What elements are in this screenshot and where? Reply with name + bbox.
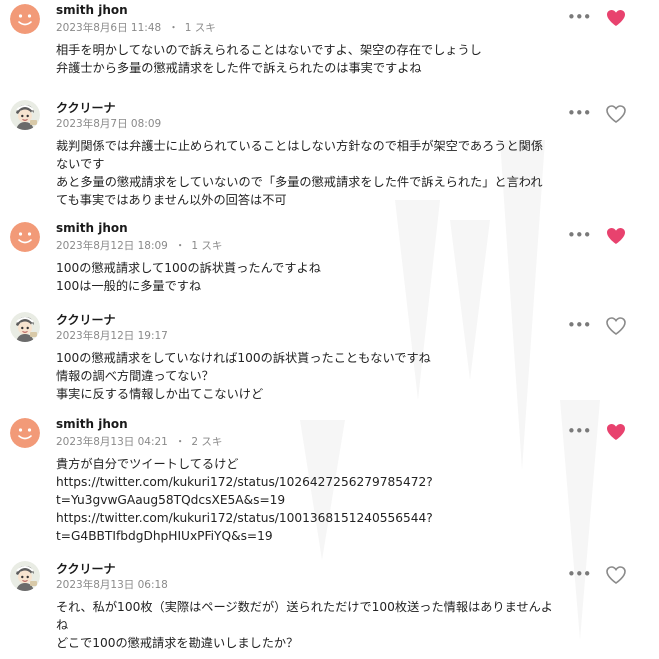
comment-meta: 2023年8月13日 06:18: [56, 577, 168, 592]
comment-text-line: 貴方が自分でツイートしてるけど: [56, 457, 239, 471]
comment-body: 貴方が自分でツイートしてるけど https://twitter.com/kukur…: [56, 455, 631, 545]
comment-text-line[interactable]: https://twitter.com/kukuri172/status/100…: [56, 509, 631, 527]
more-options-icon[interactable]: •••: [567, 10, 592, 25]
heart-filled-icon[interactable]: [606, 227, 626, 245]
comment-body: 100の懲戒請求して100の訴状貰ったんですよね 100は一般的に多量ですね: [56, 259, 631, 295]
comment-text-line: ないです: [56, 157, 105, 171]
comment-meta: 2023年8月13日 04:21 ・ 2 スキ: [56, 434, 222, 449]
like-count[interactable]: 1 スキ: [191, 240, 222, 252]
like-count[interactable]: 1 スキ: [185, 22, 216, 34]
comment-text-line[interactable]: https://twitter.com/kukuri172/status/102…: [56, 473, 631, 491]
heart-outline-icon[interactable]: [606, 105, 626, 123]
comment-text-line: 情報の調べ方間違ってない？: [56, 369, 214, 383]
comment-date: 2023年8月6日 11:48: [56, 22, 162, 34]
comment-text-line: 100の懲戒請求をしていなければ100の訴状貰ったこともないですね: [56, 351, 431, 365]
comment-author[interactable]: ククリーナ: [56, 560, 116, 577]
more-options-icon[interactable]: •••: [567, 228, 592, 243]
heart-filled-icon[interactable]: [606, 9, 626, 27]
comment-text-line: 100の懲戒請求して100の訴状貰ったんですよね: [56, 261, 321, 275]
like-count[interactable]: 2 スキ: [191, 436, 222, 448]
comment-text-line: それ、私が100枚（実際はページ数だが）送られただけで100枚送った情報はありま…: [56, 600, 553, 614]
comment-author[interactable]: ククリーナ: [56, 99, 116, 116]
meta-separator: ・: [174, 240, 186, 252]
comment-date: 2023年8月12日 19:17: [56, 330, 168, 342]
comment-meta: 2023年8月6日 11:48 ・ 1 スキ: [56, 20, 216, 35]
comment-date: 2023年8月7日 08:09: [56, 118, 162, 130]
comment-body: 裁判関係では弁護士に止められていることはしない方針なので相手が架空であろうと関係…: [56, 137, 631, 209]
character-avatar[interactable]: [10, 100, 40, 130]
comment-text-line: 100は一般的に多量ですね: [56, 279, 202, 293]
heart-outline-icon[interactable]: [606, 317, 626, 335]
comment-date: 2023年8月12日 18:09: [56, 240, 168, 252]
meta-separator: ・: [168, 22, 179, 34]
comment-meta: 2023年8月7日 08:09: [56, 116, 161, 131]
comment-text-line: 弁護士から多量の懲戒請求をした件で訴えられたのは事実ですよね: [56, 61, 422, 75]
comment-text-line: 裁判関係では弁護士に止められていることはしない方針なので相手が架空であろうと関係: [56, 139, 544, 153]
comment-text-line: どこで100の懲戒請求を勘違いしましたか？: [56, 636, 299, 650]
smiley-face-avatar[interactable]: [10, 4, 40, 34]
more-options-icon[interactable]: •••: [567, 567, 592, 582]
more-options-icon[interactable]: •••: [567, 106, 592, 121]
character-avatar[interactable]: [10, 312, 40, 342]
comment-author[interactable]: smith jhon: [56, 221, 128, 235]
heart-filled-icon[interactable]: [606, 423, 626, 441]
comment-body: 相手を明かしてないので訴えられることはないですよ、架空の存在でしょうし 弁護士から…: [56, 41, 631, 77]
comment-text-line: 相手を明かしてないので訴えられることはないですよ、架空の存在でしょうし: [56, 43, 482, 57]
comment-meta: 2023年8月12日 19:17: [56, 328, 168, 343]
comment-body: それ、私が100枚（実際はページ数だが）送られただけで100枚送った情報はありま…: [56, 598, 631, 652]
more-options-icon[interactable]: •••: [567, 424, 592, 439]
comment-meta: 2023年8月12日 18:09 ・ 1 スキ: [56, 238, 222, 253]
heart-outline-icon[interactable]: [606, 566, 626, 584]
comment-text-line: ても事実ではありません以外の回答は不可: [56, 193, 287, 207]
character-avatar[interactable]: [10, 561, 40, 591]
comment-text-line: t=Yu3gvwGAaug58TQdcsXE5A&s=19: [56, 493, 286, 507]
meta-separator: ・: [174, 436, 186, 448]
comment-date: 2023年8月13日 06:18: [56, 579, 168, 591]
comment-date: 2023年8月13日 04:21: [56, 436, 168, 448]
comment-text-line: ね: [56, 618, 69, 632]
comment-author[interactable]: ククリーナ: [56, 311, 116, 328]
comment-author[interactable]: smith jhon: [56, 417, 128, 431]
comment-text-line: t=G4BBTIfbdgDhpHIUxPFiYQ&s=19: [56, 529, 273, 543]
comment-text-line: あと多量の懲戒請求をしていないので「多量の懲戒請求をした件で訴えられた」と言われ: [56, 175, 543, 189]
comment-author[interactable]: smith jhon: [56, 3, 128, 17]
more-options-icon[interactable]: •••: [567, 318, 592, 333]
comment-text-line: 事実に反する情報しか出てこないけど: [56, 387, 264, 401]
smiley-face-avatar[interactable]: [10, 418, 40, 448]
smiley-face-avatar[interactable]: [10, 222, 40, 252]
comment-body: 100の懲戒請求をしていなければ100の訴状貰ったこともないですね 情報の調べ方間…: [56, 349, 631, 403]
